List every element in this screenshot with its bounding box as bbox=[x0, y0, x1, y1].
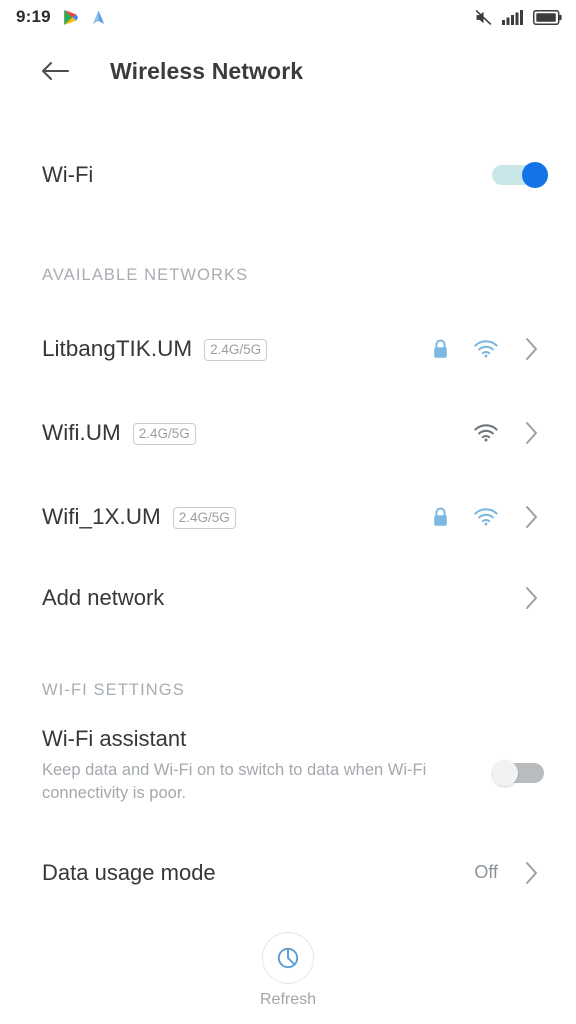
wifi-assistant-title: Wi-Fi assistant bbox=[42, 726, 187, 751]
volume-muted-icon bbox=[475, 9, 492, 25]
lock-icon bbox=[433, 507, 447, 526]
network-row-icons bbox=[428, 421, 544, 445]
data-usage-mode-label: Data usage mode bbox=[42, 859, 216, 885]
lock-icon-slot bbox=[428, 339, 452, 359]
refresh-button[interactable] bbox=[262, 931, 314, 984]
chevron-right-icon-slot[interactable] bbox=[520, 421, 544, 445]
wifi-master-toggle[interactable] bbox=[492, 162, 548, 188]
chevron-right-icon bbox=[526, 861, 537, 884]
wifi-assistant-subtitle: Keep data and Wi-Fi on to switch to data… bbox=[42, 761, 427, 803]
wireless-network-screen: 9:19 Wireless Network Wi-Fi AVAILABLE NE… bbox=[0, 0, 576, 1024]
add-network-row[interactable]: Add network bbox=[0, 559, 576, 637]
chevron-right-icon-slot[interactable] bbox=[520, 337, 544, 361]
network-row-wifi-1x[interactable]: Wifi_1X.UM 2.4G/5G bbox=[0, 475, 576, 559]
chevron-right-icon bbox=[526, 587, 537, 609]
network-row-left: LitbangTIK.UM 2.4G/5G bbox=[42, 335, 268, 363]
status-bar-clock: 9:19 bbox=[16, 7, 51, 26]
wifi-master-row[interactable]: Wi-Fi bbox=[0, 140, 576, 210]
wifi-assistant-toggle-wrap bbox=[492, 726, 548, 786]
data-usage-mode-value: Off bbox=[474, 862, 498, 883]
wifi-assistant-text: Wi-Fi assistant Keep data and Wi-Fi on t… bbox=[42, 726, 462, 806]
wifi-signal-icon-slot bbox=[474, 507, 498, 527]
data-usage-mode-right: Off bbox=[474, 861, 544, 885]
available-networks-list: LitbangTIK.UM 2.4G/5G Wifi.UM 2.4G/5G Wi… bbox=[0, 307, 576, 637]
wifi-signal-icon bbox=[474, 340, 498, 358]
toggle-knob bbox=[522, 162, 548, 188]
status-bar-right bbox=[474, 9, 562, 26]
network-row-wifi-um[interactable]: Wifi.UM 2.4G/5G bbox=[0, 391, 576, 475]
refresh-footer: Refresh bbox=[0, 916, 576, 1024]
chevron-right-icon bbox=[526, 506, 537, 528]
wifi-signal-icon bbox=[474, 424, 498, 442]
back-arrow-icon bbox=[42, 62, 69, 80]
refresh-label: Refresh bbox=[259, 990, 317, 1008]
chevron-right-icon-slot[interactable] bbox=[520, 861, 544, 885]
status-bar-left: 9:19 bbox=[16, 7, 107, 27]
network-band-badge: 2.4G/5G bbox=[132, 422, 196, 445]
navigation-arrow-icon bbox=[92, 9, 104, 24]
network-band-badge: 2.4G/5G bbox=[172, 506, 236, 529]
network-name: LitbangTIK.UM bbox=[42, 335, 193, 361]
battery-icon bbox=[533, 9, 562, 25]
network-row-icons bbox=[428, 505, 544, 529]
wifi-signal-icon-slot bbox=[474, 339, 498, 359]
lock-icon-slot bbox=[428, 507, 452, 527]
network-band-badge: 2.4G/5G bbox=[204, 338, 268, 361]
network-name: Wifi_1X.UM bbox=[42, 503, 161, 529]
data-usage-mode-row[interactable]: Data usage mode Off bbox=[0, 834, 576, 912]
available-networks-header: AVAILABLE NETWORKS bbox=[42, 266, 249, 284]
wifi-assistant-row[interactable]: Wi-Fi assistant Keep data and Wi-Fi on t… bbox=[0, 726, 576, 806]
wifi-signal-icon bbox=[474, 508, 498, 526]
add-network-label: Add network bbox=[42, 585, 165, 610]
chevron-right-icon bbox=[526, 422, 537, 444]
chevron-right-icon-slot[interactable] bbox=[520, 586, 544, 610]
toggle-knob bbox=[492, 760, 518, 786]
page-title: Wireless Network bbox=[110, 57, 304, 84]
status-bar: 9:19 bbox=[0, 0, 576, 34]
google-play-icon bbox=[63, 9, 78, 25]
network-row-left: Wifi.UM 2.4G/5G bbox=[42, 420, 196, 447]
chevron-right-icon bbox=[526, 338, 537, 360]
network-name: Wifi.UM bbox=[42, 419, 121, 445]
chevron-right-icon-slot[interactable] bbox=[520, 505, 544, 529]
back-button[interactable] bbox=[36, 52, 74, 90]
app-bar: Wireless Network bbox=[0, 34, 576, 108]
wifi-assistant-toggle[interactable] bbox=[492, 760, 548, 786]
network-row-litbangtik[interactable]: LitbangTIK.UM 2.4G/5G bbox=[0, 307, 576, 391]
network-row-icons bbox=[428, 337, 544, 361]
wifi-settings-header: WI-FI SETTINGS bbox=[42, 681, 185, 699]
wifi-signal-icon-slot bbox=[474, 423, 498, 443]
wifi-master-label: Wi-Fi bbox=[42, 162, 94, 187]
signal-bars-icon bbox=[502, 10, 523, 25]
refresh-icon bbox=[277, 947, 299, 968]
lock-icon bbox=[433, 339, 447, 358]
network-row-left: Wifi_1X.UM 2.4G/5G bbox=[42, 504, 236, 531]
